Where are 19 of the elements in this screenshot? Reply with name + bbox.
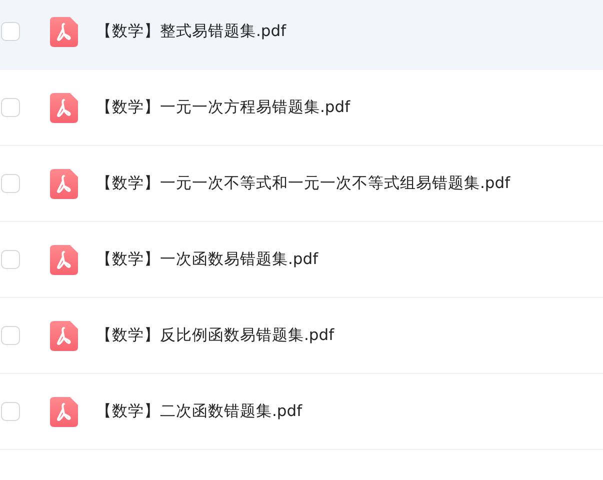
checkbox[interactable] — [1, 98, 20, 117]
file-row[interactable]: 【数学】整式易错题集.pdf — [0, 0, 603, 70]
pdf-file-icon — [50, 396, 78, 426]
checkbox[interactable] — [1, 326, 20, 345]
file-name[interactable]: 【数学】二次函数错题集.pdf — [96, 401, 302, 422]
file-name[interactable]: 【数学】一元一次不等式和一元一次不等式组易错题集.pdf — [96, 173, 510, 194]
file-name[interactable]: 【数学】一次函数易错题集.pdf — [96, 249, 318, 270]
file-name[interactable]: 【数学】反比例函数易错题集.pdf — [96, 325, 334, 346]
pdf-file-icon — [50, 16, 78, 46]
pdf-file-icon — [50, 168, 78, 198]
checkbox[interactable] — [1, 250, 20, 269]
file-name[interactable]: 【数学】整式易错题集.pdf — [96, 21, 286, 42]
checkbox[interactable] — [1, 22, 20, 41]
pdf-file-icon — [50, 244, 78, 274]
checkbox[interactable] — [1, 174, 20, 193]
file-name[interactable]: 【数学】一元一次方程易错题集.pdf — [96, 97, 350, 118]
checkbox[interactable] — [1, 402, 20, 421]
pdf-file-icon — [50, 92, 78, 122]
pdf-file-icon — [50, 320, 78, 350]
